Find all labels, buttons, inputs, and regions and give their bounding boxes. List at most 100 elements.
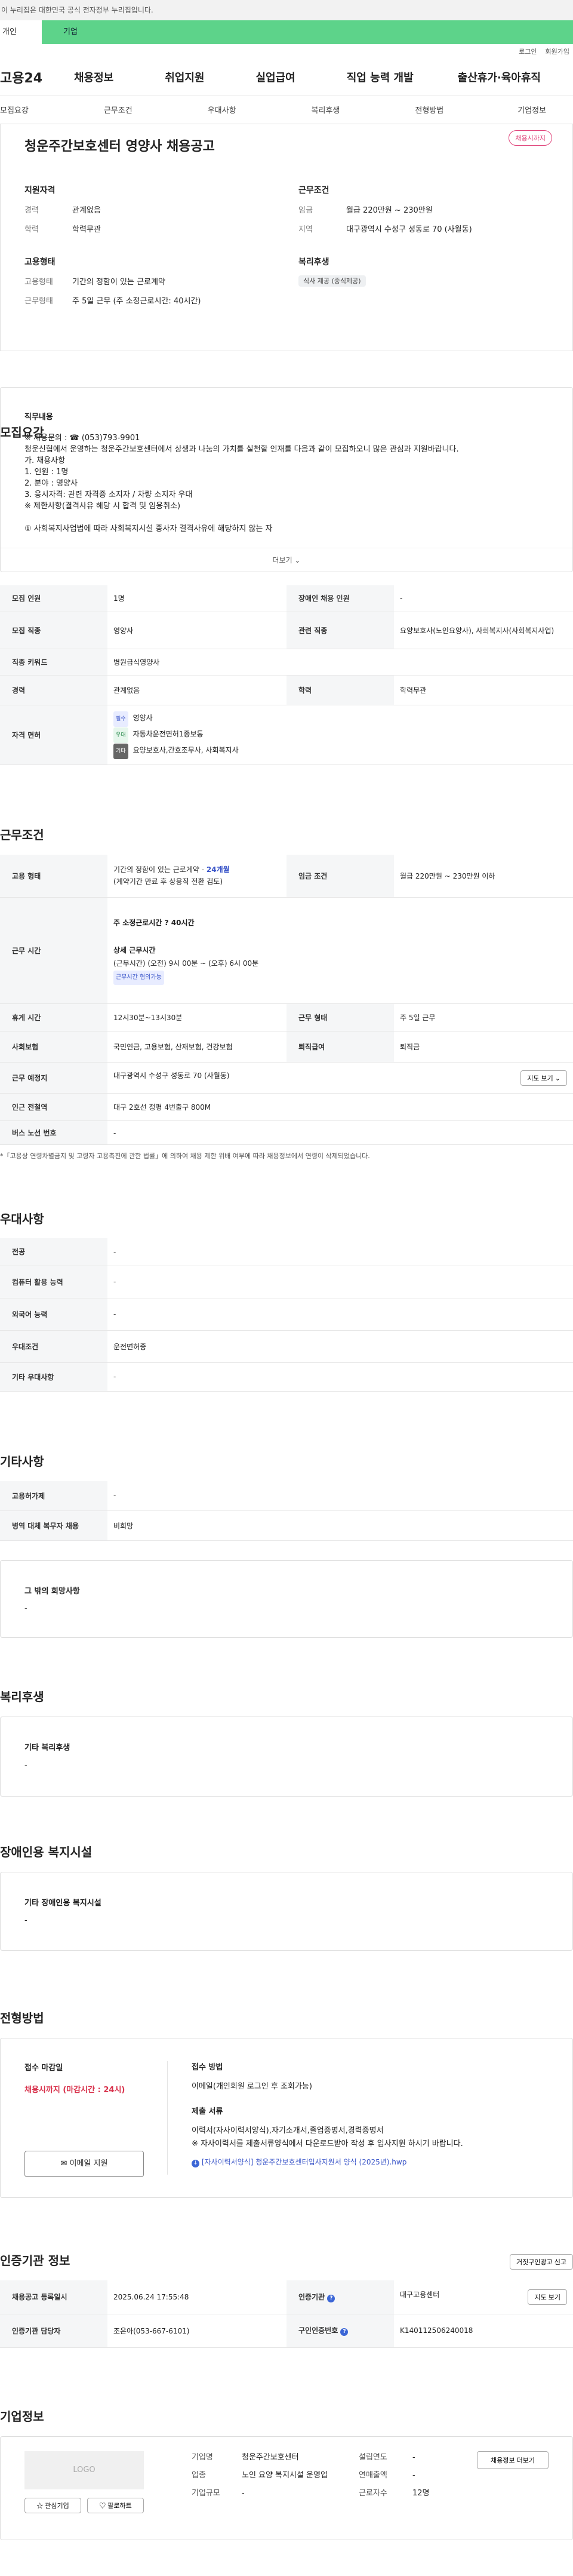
value: 월급 220만원 ~ 230만원 bbox=[346, 206, 433, 215]
cell-value: 병원급식영양사 bbox=[107, 649, 573, 676]
field-label: 설립연도 bbox=[359, 2452, 387, 2462]
gnb-jobs[interactable]: 채용정보 bbox=[74, 69, 113, 85]
desc-title: 직무내용 bbox=[24, 413, 53, 422]
cell-value: 대구 2호선 정평 4번출구 800M bbox=[107, 1093, 573, 1121]
preferred-tag: 우대 bbox=[113, 727, 128, 743]
subnav-benefits[interactable]: 복리후생 bbox=[312, 104, 340, 115]
global-nav: 고용24 채용정보 취업지원 실업급여 직업 능력 개발 출산휴가·육아휴직 bbox=[0, 59, 573, 96]
cert-map-button[interactable]: 지도 보기 bbox=[528, 2289, 567, 2305]
field-label: 기업명 bbox=[192, 2452, 213, 2462]
qualification-summary: 지원자격 경력 관계없음 학력 학력무관 bbox=[24, 184, 275, 242]
desc-line: 2. 분야 : 영양사 bbox=[24, 479, 78, 488]
process-box: 접수 마감일 채용시까지 (마감시간 : 24시) ✉ 이메일 지원 접수 방법… bbox=[0, 2038, 573, 2198]
mail-icon: ✉ bbox=[60, 2159, 67, 2168]
report-button[interactable]: 거짓구인광고 신고 bbox=[509, 2254, 573, 2270]
cell-label: 우대조건 bbox=[0, 1330, 107, 1363]
weekly-hours: 주 소정근로시간 ? 40시간 bbox=[113, 919, 195, 927]
company-logo: LOGO bbox=[24, 2451, 144, 2489]
star-icon: ☆ bbox=[36, 2502, 44, 2510]
gnb-employment-support[interactable]: 취업지원 bbox=[165, 69, 204, 85]
info-icon[interactable]: ? bbox=[340, 2328, 349, 2336]
table-row: 휴게 시간 12시30분~13시30분 근무 형태 주 5일 근무 bbox=[0, 1003, 573, 1031]
cell-label: 전공 bbox=[0, 1238, 107, 1266]
favorite-company-button[interactable]: ☆ 관심기업 bbox=[24, 2497, 81, 2513]
field-value: - bbox=[412, 2452, 415, 2462]
subnav-preferences[interactable]: 우대사항 bbox=[208, 104, 236, 115]
value: 주 5일 근무 (주 소정근로시간: 40시간) bbox=[72, 297, 201, 306]
tab-company[interactable]: 기업 bbox=[42, 20, 78, 44]
status-badge: 채용시까지 bbox=[509, 130, 552, 146]
condition-heading: 근무조건 bbox=[298, 186, 329, 195]
benefit-section-title: 복리후생 bbox=[0, 1690, 44, 1704]
gnb-leave[interactable]: 출산휴가·육아휴직 bbox=[458, 69, 541, 85]
qualification-heading: 지원자격 bbox=[24, 186, 56, 195]
employment-heading: 고용형태 bbox=[24, 257, 56, 267]
value: 학력무관 bbox=[72, 225, 101, 234]
company-jobs-button[interactable]: 채용정보 더보기 bbox=[477, 2451, 549, 2469]
table-row: 고용 형태 기간의 정함이 있는 근로계약 - 24개월 (계약기간 만료 후 … bbox=[0, 854, 573, 898]
subnav-company[interactable]: 기업정보 bbox=[517, 104, 546, 115]
table-row: 버스 노선 번호 - bbox=[0, 1120, 573, 1145]
cell-label: 퇴직급여 bbox=[286, 1031, 394, 1063]
subnav-process[interactable]: 전형방법 bbox=[415, 104, 443, 115]
work-place: 대구광역시 수성구 성동로 70 (사월동) bbox=[113, 1071, 230, 1080]
subnav-recruit[interactable]: 모집요강 bbox=[0, 104, 29, 115]
cell-value: 비희망 bbox=[107, 1510, 573, 1541]
cell-label: 경력 bbox=[0, 675, 107, 705]
method-value: 이메일(개인회원 로그인 후 조회가능) bbox=[192, 2082, 312, 2091]
company-fields-2: 설립연도 - 연매출액 - 근로자수 12명 bbox=[359, 2451, 466, 2525]
table-row: 사회보험 국민연금, 고용보험, 산재보험, 건강보험 퇴직급여 퇴직금 bbox=[0, 1031, 573, 1063]
cell-label: 근무 시간 bbox=[0, 897, 107, 1004]
welfare-chip: 식사 제공 (중식제공) bbox=[298, 275, 366, 287]
cell-value: 2025.06.24 17:55:48 bbox=[107, 2280, 286, 2314]
hours-detail-title: 상세 근무시간 bbox=[113, 946, 156, 954]
follow-button[interactable]: ♡ 팔로하트 bbox=[87, 2497, 144, 2513]
job-description: 직무내용 ※ 채용문의 : ☎ (053)793-9901 청운신협에서 운영하… bbox=[0, 387, 573, 572]
map-button[interactable]: 지도 보기 ⌄ bbox=[520, 1070, 567, 1086]
label: 경력 bbox=[24, 206, 39, 215]
desc-line: 3. 응시자격: 관련 자격증 소지자 / 차량 소지자 우대 bbox=[24, 490, 193, 499]
value: 기간의 정함이 있는 근로계약 bbox=[72, 278, 165, 287]
tab-individual[interactable]: 개인 bbox=[0, 20, 42, 44]
disability-section-title: 장애인용 복지시설 bbox=[0, 1845, 93, 1859]
cell-value: 국민연금, 고용보험, 산재보험, 건강보험 bbox=[107, 1031, 286, 1063]
welfare-heading: 복리후생 bbox=[298, 257, 329, 267]
cell-label: 모집 직종 bbox=[0, 612, 107, 649]
etc-table: 고용허가제 - 병역 대체 복무자 채용 비희망 bbox=[0, 1481, 573, 1541]
cell-label: 인근 전철역 bbox=[0, 1093, 107, 1121]
more-button[interactable]: 더보기 ⌄ bbox=[1, 548, 572, 572]
attachment-link[interactable]: ↓ [자사이력서양식] 청운주간보호센터입사지원서 양식 (2025년).hwp bbox=[192, 2156, 549, 2169]
cell-value: 대구고용센터 지도 보기 bbox=[394, 2280, 573, 2314]
cell-label: 관련 직종 bbox=[286, 612, 394, 649]
cell-label: 직종 키워드 bbox=[0, 649, 107, 676]
label: 임금 bbox=[298, 206, 313, 215]
cell-label: 휴게 시간 bbox=[0, 1003, 107, 1031]
subnav-conditions[interactable]: 근무조건 bbox=[104, 104, 133, 115]
gnb-training[interactable]: 직업 능력 개발 bbox=[347, 69, 414, 85]
etc-section-title: 기타사항 bbox=[0, 1454, 44, 1469]
docs-label: 제출 서류 bbox=[192, 2107, 223, 2116]
recruit-table: 모집 인원 1명 장애인 채용 인원 - 모집 직종 영양사 관련 직종 요양보… bbox=[0, 585, 573, 765]
site-logo[interactable]: 고용24 bbox=[0, 67, 66, 87]
cell-value: 1명 bbox=[107, 585, 286, 612]
email-apply-button[interactable]: ✉ 이메일 지원 bbox=[24, 2151, 144, 2177]
employment-summary: 고용형태 고용형태 기간의 정함이 있는 근로계약 근무형태 주 5일 근무 (주 … bbox=[24, 256, 275, 314]
cell-label: 기타 우대사항 bbox=[0, 1362, 107, 1392]
cell-label: 고용허가제 bbox=[0, 1481, 107, 1511]
gnb-unemployment[interactable]: 실업급여 bbox=[256, 69, 295, 85]
table-row: 직종 키워드 병원급식영양사 bbox=[0, 649, 573, 676]
pref-section-title: 우대사항 bbox=[0, 1212, 44, 1226]
cell-label: 인증기관 ? bbox=[286, 2280, 394, 2314]
cell-value: 퇴직금 bbox=[394, 1031, 573, 1063]
field-value: 청운주간보호센터 bbox=[242, 2452, 299, 2462]
fav-label: 관심기업 bbox=[45, 2502, 69, 2510]
work-section-title: 근무조건 bbox=[0, 827, 44, 842]
deadline-label: 접수 마감일 bbox=[24, 2064, 63, 2073]
age-note: *「고용상 연령차별금지 및 고령자 고용촉진에 관한 법률」에 의하여 채용 … bbox=[0, 1152, 370, 1160]
login-link[interactable]: 로그인 bbox=[519, 47, 537, 59]
license-name: 자동차운전면허1종보통 bbox=[133, 729, 204, 738]
job-summary-card: 청운주간보호센터 영양사 채용공고 채용시까지 지원자격 경력 관계없음 학력 학력… bbox=[0, 124, 573, 351]
signup-link[interactable]: 회원가입 bbox=[546, 47, 569, 59]
info-icon[interactable]: ? bbox=[327, 2294, 335, 2302]
condition-summary: 근무조건 임금 월급 220만원 ~ 230만원 지역 대구광역시 수성구 성동로 … bbox=[298, 184, 549, 242]
